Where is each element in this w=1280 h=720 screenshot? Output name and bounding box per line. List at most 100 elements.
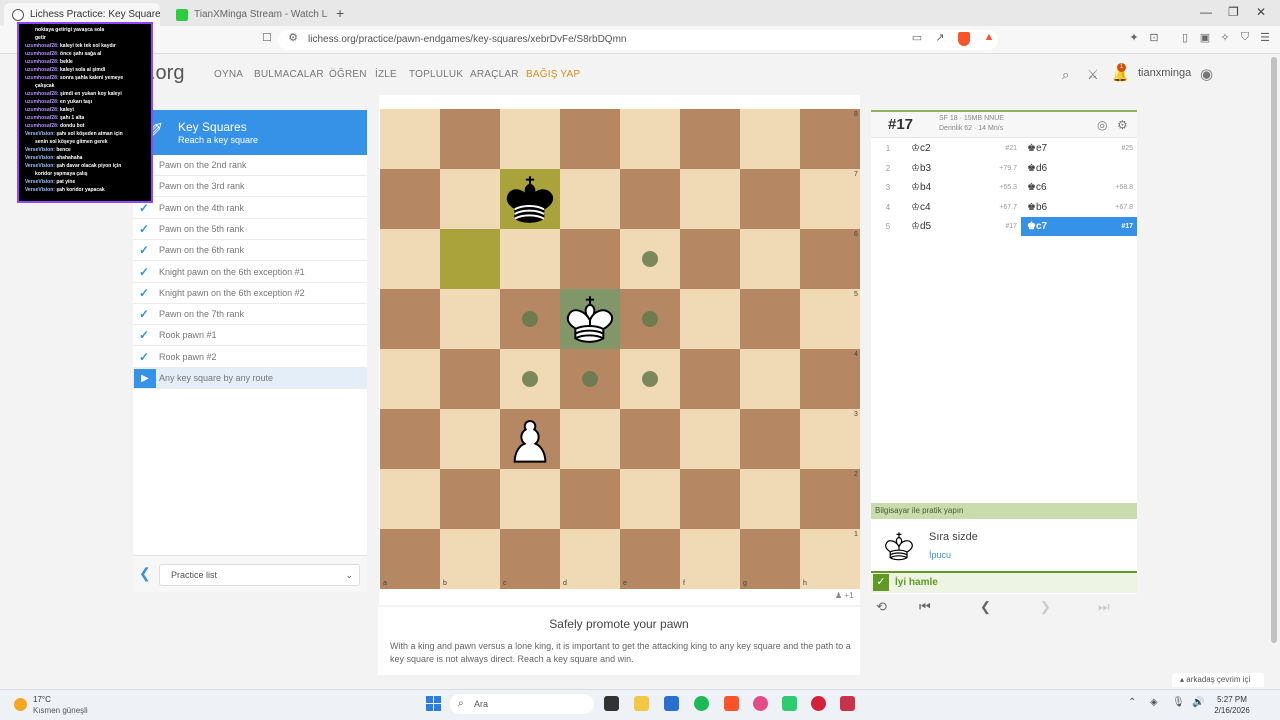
square-d6[interactable] — [560, 229, 620, 289]
move-dest-dot[interactable] — [642, 251, 658, 267]
square-g3[interactable] — [740, 409, 800, 469]
task-view-icon[interactable] — [604, 696, 619, 711]
square-a2[interactable] — [380, 469, 440, 529]
square-a3[interactable] — [380, 409, 440, 469]
move-white[interactable]: ♔c4 +67.7 — [905, 198, 1021, 217]
square-g5[interactable] — [740, 289, 800, 349]
move-dest-dot[interactable] — [522, 311, 538, 327]
nav-donate[interactable]: BAĞIŞ YAP — [526, 69, 580, 80]
tray-chevron-icon[interactable]: ⌃ — [1128, 697, 1136, 708]
square-a1[interactable] — [380, 529, 440, 589]
practice-item[interactable]: ▶ Any key square by any route — [133, 368, 367, 389]
square-c8[interactable] — [500, 109, 560, 169]
square-f1[interactable] — [680, 529, 740, 589]
square-b3[interactable] — [440, 409, 500, 469]
bookmark-icon[interactable]: ☐ — [260, 31, 274, 44]
move-black[interactable]: ♚b6 +67.8 — [1021, 198, 1137, 217]
site-info-icon[interactable]: ⚙ — [286, 31, 300, 44]
network-icon[interactable]: ◈ — [1150, 697, 1158, 708]
extensions-icon[interactable]: ✦ — [1127, 31, 1141, 44]
back-chevron-icon[interactable]: ❮ — [139, 565, 151, 582]
square-f5[interactable] — [680, 289, 740, 349]
practice-item[interactable]: ✓ Rook pawn #2 — [133, 347, 367, 368]
nav-tools[interactable]: ARAÇLAR — [470, 69, 519, 80]
square-g1[interactable] — [740, 529, 800, 589]
close-window-button[interactable]: ✕ — [1256, 5, 1266, 19]
taskbar-search[interactable]: ⌕ Ara — [450, 694, 594, 714]
practice-item[interactable]: ✓ Pawn on the 7th rank — [133, 304, 367, 326]
move-white[interactable]: ♔b4 +65.3 — [905, 178, 1021, 197]
square-e3[interactable] — [620, 409, 680, 469]
square-h2[interactable] — [800, 469, 860, 529]
mic-icon[interactable]: 🎙 — [1172, 697, 1185, 708]
square-e1[interactable] — [620, 529, 680, 589]
page-scrollbar[interactable] — [1271, 57, 1277, 643]
tab-stream[interactable]: TianXMinga Stream - Watch Live on ✕ — [168, 3, 328, 26]
square-a8[interactable] — [380, 109, 440, 169]
square-g6[interactable] — [740, 229, 800, 289]
square-b2[interactable] — [440, 469, 500, 529]
last-move-icon[interactable]: ⏭ — [1098, 599, 1110, 615]
practice-item[interactable]: ✓ Pawn on the 6th rank — [133, 240, 367, 262]
nav-puzzles[interactable]: BULMACALAR — [254, 69, 324, 80]
square-b8[interactable] — [440, 109, 500, 169]
user-avatar-icon[interactable]: ◉ — [1200, 65, 1213, 83]
minimize-button[interactable]: — — [1200, 5, 1212, 19]
kick-icon[interactable] — [782, 696, 797, 711]
app-red-icon[interactable] — [811, 696, 826, 711]
square-g2[interactable] — [740, 469, 800, 529]
move-dest-dot[interactable] — [582, 371, 598, 387]
square-g4[interactable] — [740, 349, 800, 409]
square-b6[interactable] — [440, 229, 500, 289]
move-black[interactable]: ♚c7 #17 — [1021, 217, 1137, 236]
move-white[interactable]: ♔c2 #21 — [905, 139, 1021, 158]
square-e7[interactable] — [620, 169, 680, 229]
nav-watch[interactable]: İZLE — [375, 69, 397, 80]
challenge-icon[interactable]: ⚔ — [1087, 67, 1099, 83]
prev-move-icon[interactable]: ❮ — [980, 599, 991, 615]
square-h4[interactable] — [800, 349, 860, 409]
move-dest-dot[interactable] — [642, 371, 658, 387]
weather-icon[interactable] — [14, 698, 27, 711]
move-black[interactable]: ♚e7 #25 — [1021, 139, 1137, 158]
url-input[interactable]: lichess.org/practice/pawn-endgames/key-s… — [278, 30, 998, 50]
square-d8[interactable] — [560, 109, 620, 169]
wallet-icon[interactable]: ▣ — [1198, 31, 1212, 44]
square-e8[interactable] — [620, 109, 680, 169]
move-white[interactable]: ♔b3 +79.7 — [905, 159, 1021, 178]
square-b1[interactable] — [440, 529, 500, 589]
square-a5[interactable] — [380, 289, 440, 349]
square-f4[interactable] — [680, 349, 740, 409]
square-d3[interactable] — [560, 409, 620, 469]
nav-learn[interactable]: ÖĞREN — [329, 69, 367, 80]
share-icon[interactable]: ↗ — [933, 31, 947, 44]
square-b4[interactable] — [440, 349, 500, 409]
square-h1[interactable] — [800, 529, 860, 589]
nav-community[interactable]: TOPLULUK — [409, 69, 463, 80]
square-f8[interactable] — [680, 109, 740, 169]
app-pink-icon[interactable] — [840, 696, 855, 711]
square-a4[interactable] — [380, 349, 440, 409]
square-h5[interactable] — [800, 289, 860, 349]
black-king-icon[interactable] — [500, 169, 560, 229]
practice-item[interactable]: ✓ Knight pawn on the 6th exception #2 — [133, 283, 367, 304]
gear-icon[interactable]: ⚙ — [1117, 118, 1128, 132]
square-h7[interactable] — [800, 169, 860, 229]
square-g7[interactable] — [740, 169, 800, 229]
move-white[interactable]: ♔d5 #17 — [905, 217, 1021, 236]
cast-icon[interactable]: ▭ — [910, 31, 924, 44]
square-a7[interactable] — [380, 169, 440, 229]
practice-item[interactable]: ✓ Rook pawn #1 — [133, 325, 367, 347]
search-icon[interactable]: ⌕ — [1062, 67, 1069, 83]
square-f2[interactable] — [680, 469, 740, 529]
practice-item[interactable]: ✓ Knight pawn on the 6th exception #1 — [133, 262, 367, 283]
chess-board[interactable]: a b c d e f g h 8 7 6 5 4 3 2 1 — [380, 109, 860, 589]
square-f3[interactable] — [680, 409, 740, 469]
user-menu[interactable]: tianxminga — [1138, 67, 1191, 79]
volume-icon[interactable]: 🔊 — [1192, 697, 1204, 708]
move-black[interactable]: ♚c6 +68.8 — [1021, 178, 1137, 197]
hint-link[interactable]: İpucu — [929, 550, 951, 560]
move-dest-dot[interactable] — [522, 371, 538, 387]
square-d7[interactable] — [560, 169, 620, 229]
square-d1[interactable] — [560, 529, 620, 589]
